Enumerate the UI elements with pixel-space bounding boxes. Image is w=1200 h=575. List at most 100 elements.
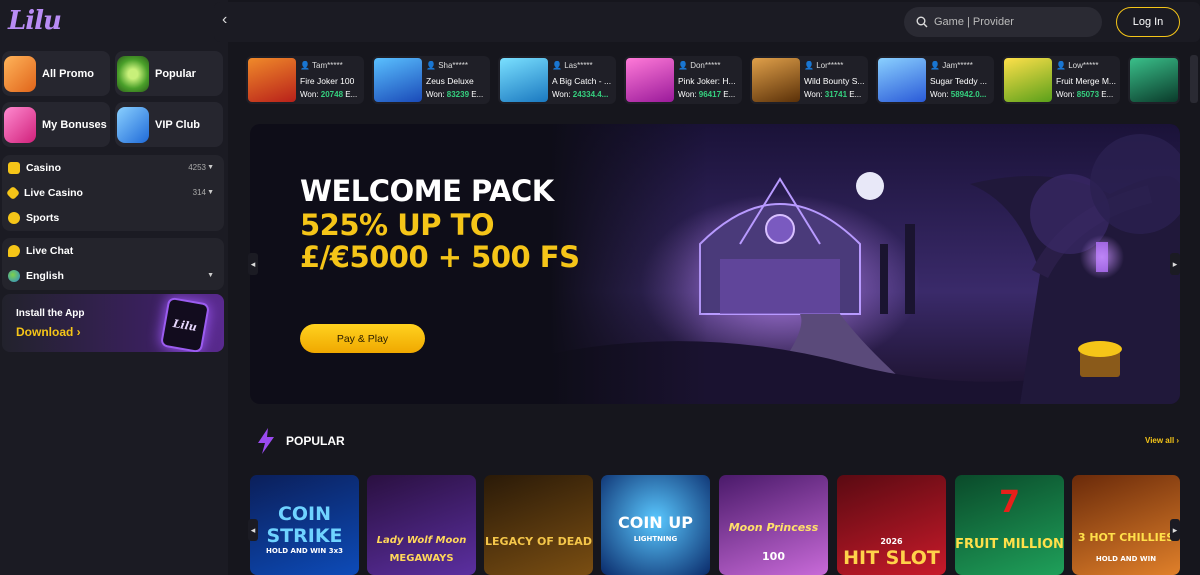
promo-all-promo[interactable]: All Promo <box>2 51 110 96</box>
popular-prev-arrow[interactable]: ◂ <box>248 519 258 541</box>
promo-my-bonuses[interactable]: My Bonuses <box>2 102 110 147</box>
winner-game: Sugar Teddy ... <box>930 76 988 86</box>
game-tile[interactable]: LEGACY OF DEAD <box>484 475 593 575</box>
search-input[interactable]: Game | Provider <box>904 7 1102 37</box>
login-button[interactable]: Log In <box>1116 7 1180 37</box>
banner-artwork <box>550 124 1180 404</box>
chevron-down-icon: ▼ <box>207 189 214 196</box>
sidebar-item-live-chat[interactable]: Live Chat <box>2 238 224 263</box>
game-tile[interactable]: Lady Wolf Moon MEGAWAYS <box>367 475 476 575</box>
install-app-banner[interactable]: Install the App Download › Lilu <box>2 294 224 352</box>
winner-card[interactable]: 👤 Don***** Pink Joker: H... Won: 96417 E… <box>624 56 742 104</box>
banner-next-arrow[interactable]: ▸ <box>1170 253 1180 275</box>
game-tile[interactable]: Moon Princess 100 <box>719 475 828 575</box>
globe-icon <box>8 269 20 282</box>
winner-card[interactable]: 👤 Low***** Fruit Merge M... Won: 85073 E… <box>1002 56 1120 104</box>
promo-label: Popular <box>155 67 196 80</box>
dice-icon <box>8 161 20 174</box>
chevron-down-icon: ▼ <box>207 272 214 279</box>
promo-label: All Promo <box>42 67 94 80</box>
game-title: Moon Princess <box>728 521 819 534</box>
category-menu: Casino 4253 ▼ Live Casino 314 ▼ Sports <box>2 155 224 231</box>
top-header: ‹ Game | Provider Log In <box>214 2 1200 42</box>
install-title: Install the App <box>16 308 85 319</box>
winner-amount: Won: 20748 E... <box>300 90 358 99</box>
winners-scroll-handle[interactable] <box>1190 55 1198 103</box>
sidebar-item-label: Sports <box>26 211 60 224</box>
count-badge: 314 <box>192 188 206 197</box>
winner-user: 👤 Las***** <box>552 61 593 70</box>
gift-icon <box>117 106 149 143</box>
view-all-link[interactable]: View all › <box>1145 436 1179 445</box>
winner-game: Fruit Merge M... <box>1056 76 1116 86</box>
game-tile[interactable]: COIN STRIKE HOLD AND WIN 3x3 <box>250 475 359 575</box>
collapse-sidebar-icon[interactable]: ‹ <box>222 11 227 29</box>
game-tile[interactable]: 7 FRUIT MILLION <box>955 475 1064 575</box>
banner-offer-line-2: £/€5000 + 500 FS <box>300 240 580 274</box>
winner-card[interactable] <box>1128 56 1180 104</box>
phone-logo-text: Lilu <box>172 316 198 334</box>
banner-prev-arrow[interactable]: ◂ <box>248 253 258 275</box>
game-title: Lady Wolf Moon <box>376 535 467 546</box>
game-thumbnail <box>878 58 926 102</box>
game-title: COIN UP <box>618 513 693 532</box>
game-title: 3 HOT CHILLIES <box>1077 531 1175 544</box>
winner-user: 👤 Sha***** <box>426 61 468 70</box>
game-subtitle: 100 <box>762 550 785 563</box>
sidebar-item-casino[interactable]: Casino 4253 ▼ <box>2 155 224 180</box>
game-title: FRUIT MILLION <box>955 537 1064 552</box>
winner-card[interactable]: 👤 Jam***** Sugar Teddy ... Won: 58942.0.… <box>876 56 994 104</box>
sidebar-item-label: Live Casino <box>24 186 83 199</box>
shopping-bag-icon <box>4 106 36 143</box>
chevron-down-icon: ▼ <box>207 164 214 171</box>
popular-next-arrow[interactable]: ▸ <box>1170 519 1180 541</box>
search-icon <box>916 16 928 28</box>
pay-and-play-button[interactable]: Pay & Play <box>300 324 425 353</box>
game-tile[interactable]: 2026 HIT SLOT <box>837 475 946 575</box>
winner-amount: Won: 31741 E... <box>804 90 862 99</box>
promo-popular[interactable]: Popular <box>115 51 223 96</box>
promo-vip-club[interactable]: VIP Club <box>115 102 223 147</box>
winner-user: 👤 Jam***** <box>930 61 973 70</box>
sidebar-item-sports[interactable]: Sports <box>2 205 224 230</box>
game-tile[interactable]: 3 HOT CHILLIES HOLD AND WIN <box>1072 475 1180 575</box>
winner-game: Pink Joker: H... <box>678 76 736 86</box>
game-thumbnail <box>374 58 422 102</box>
winner-card[interactable]: 👤 Las***** A Big Catch - ... Won: 24334.… <box>498 56 616 104</box>
winner-card[interactable]: 👤 Tam***** Fire Joker 100 Won: 20748 E..… <box>246 56 364 104</box>
game-thumbnail <box>500 58 548 102</box>
game-title: LEGACY OF DEAD <box>485 535 592 548</box>
popular-section-title: POPULAR <box>286 434 345 448</box>
game-subtitle: HOLD AND WIN 3x3 <box>266 547 343 555</box>
game-thumbnail <box>1004 58 1052 102</box>
game-tile[interactable]: COIN UP LIGHTNING <box>601 475 710 575</box>
winner-user: 👤 Tam***** <box>300 61 343 70</box>
promo-label: VIP Club <box>155 118 201 131</box>
sidebar-item-label: Live Chat <box>26 244 74 257</box>
language-select[interactable]: English ▼ <box>2 263 224 288</box>
banner-title: WELCOME PACK <box>300 174 554 208</box>
lilu-logo[interactable]: Lilu <box>8 6 62 36</box>
count-badge: 4253 <box>188 163 206 172</box>
winner-card[interactable]: 👤 Lor***** Wild Bounty S... Won: 31741 E… <box>750 56 868 104</box>
app: Lilu All Promo Popular My Bonuses VIP Cl… <box>0 0 1200 575</box>
recent-winners-strip: 👤 Tam***** Fire Joker 100 Won: 20748 E..… <box>246 52 1180 106</box>
game-subtitle: MEGAWAYS <box>389 553 454 564</box>
winner-amount: Won: 96417 E... <box>678 90 736 99</box>
winner-game: Zeus Deluxe <box>426 76 474 86</box>
welcome-banner[interactable]: WELCOME PACK 525% UP TO £/€5000 + 500 FS… <box>250 124 1180 404</box>
winner-card[interactable]: 👤 Sha***** Zeus Deluxe Won: 83239 E... <box>372 56 490 104</box>
game-subtitle: LIGHTNING <box>633 535 678 543</box>
banner-offer-line-1: 525% UP TO <box>300 208 495 242</box>
winner-user: 👤 Lor***** <box>804 61 844 70</box>
winner-amount: Won: 58942.0... <box>930 90 987 99</box>
chip-icon <box>5 185 21 200</box>
winner-amount: Won: 85073 E... <box>1056 90 1114 99</box>
game-thumbnail <box>626 58 674 102</box>
ball-icon <box>8 211 20 224</box>
seven-icon: 7 <box>999 485 1020 520</box>
download-link[interactable]: Download › <box>16 325 81 339</box>
roulette-icon <box>117 55 149 92</box>
sidebar-item-live-casino[interactable]: Live Casino 314 ▼ <box>2 180 224 205</box>
winner-amount: Won: 83239 E... <box>426 90 484 99</box>
